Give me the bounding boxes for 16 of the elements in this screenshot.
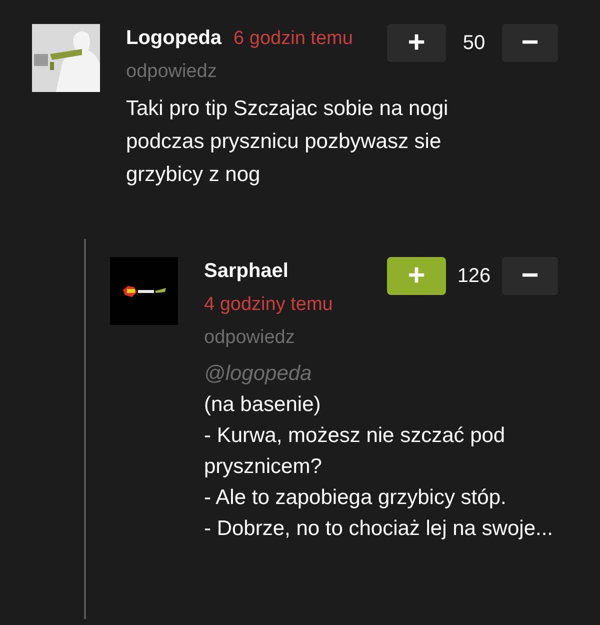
avatar-icon (110, 257, 178, 325)
downvote-button[interactable]: − (502, 24, 558, 62)
avatar-icon (32, 24, 100, 92)
comment-text: Taki pro tip Szczajac sobie na nogi podczas prysznicu pozbywasz sie grzybicy z nog (126, 96, 450, 188)
timestamp: 6 godzin temu (234, 27, 353, 51)
comment-text: - Kurwa, możesz nie szczać pod prysznicem? (204, 423, 506, 480)
comment-text: (na basenie) (204, 392, 322, 418)
vote-count: 50 (462, 31, 486, 56)
timestamp: 4 godziny temu (204, 293, 333, 317)
vote-count: 126 (456, 264, 492, 289)
comment-text: - Dobrze, no to chociaż lej na swoje... (204, 516, 554, 542)
author-name[interactable]: Sarphael (204, 260, 288, 282)
author-name[interactable]: Logopeda (126, 27, 222, 49)
comment-text: - Ale to zapobiega grzybicy stóp. (204, 485, 508, 511)
downvote-button[interactable]: − (502, 257, 558, 295)
upvote-button[interactable]: + (387, 24, 446, 62)
